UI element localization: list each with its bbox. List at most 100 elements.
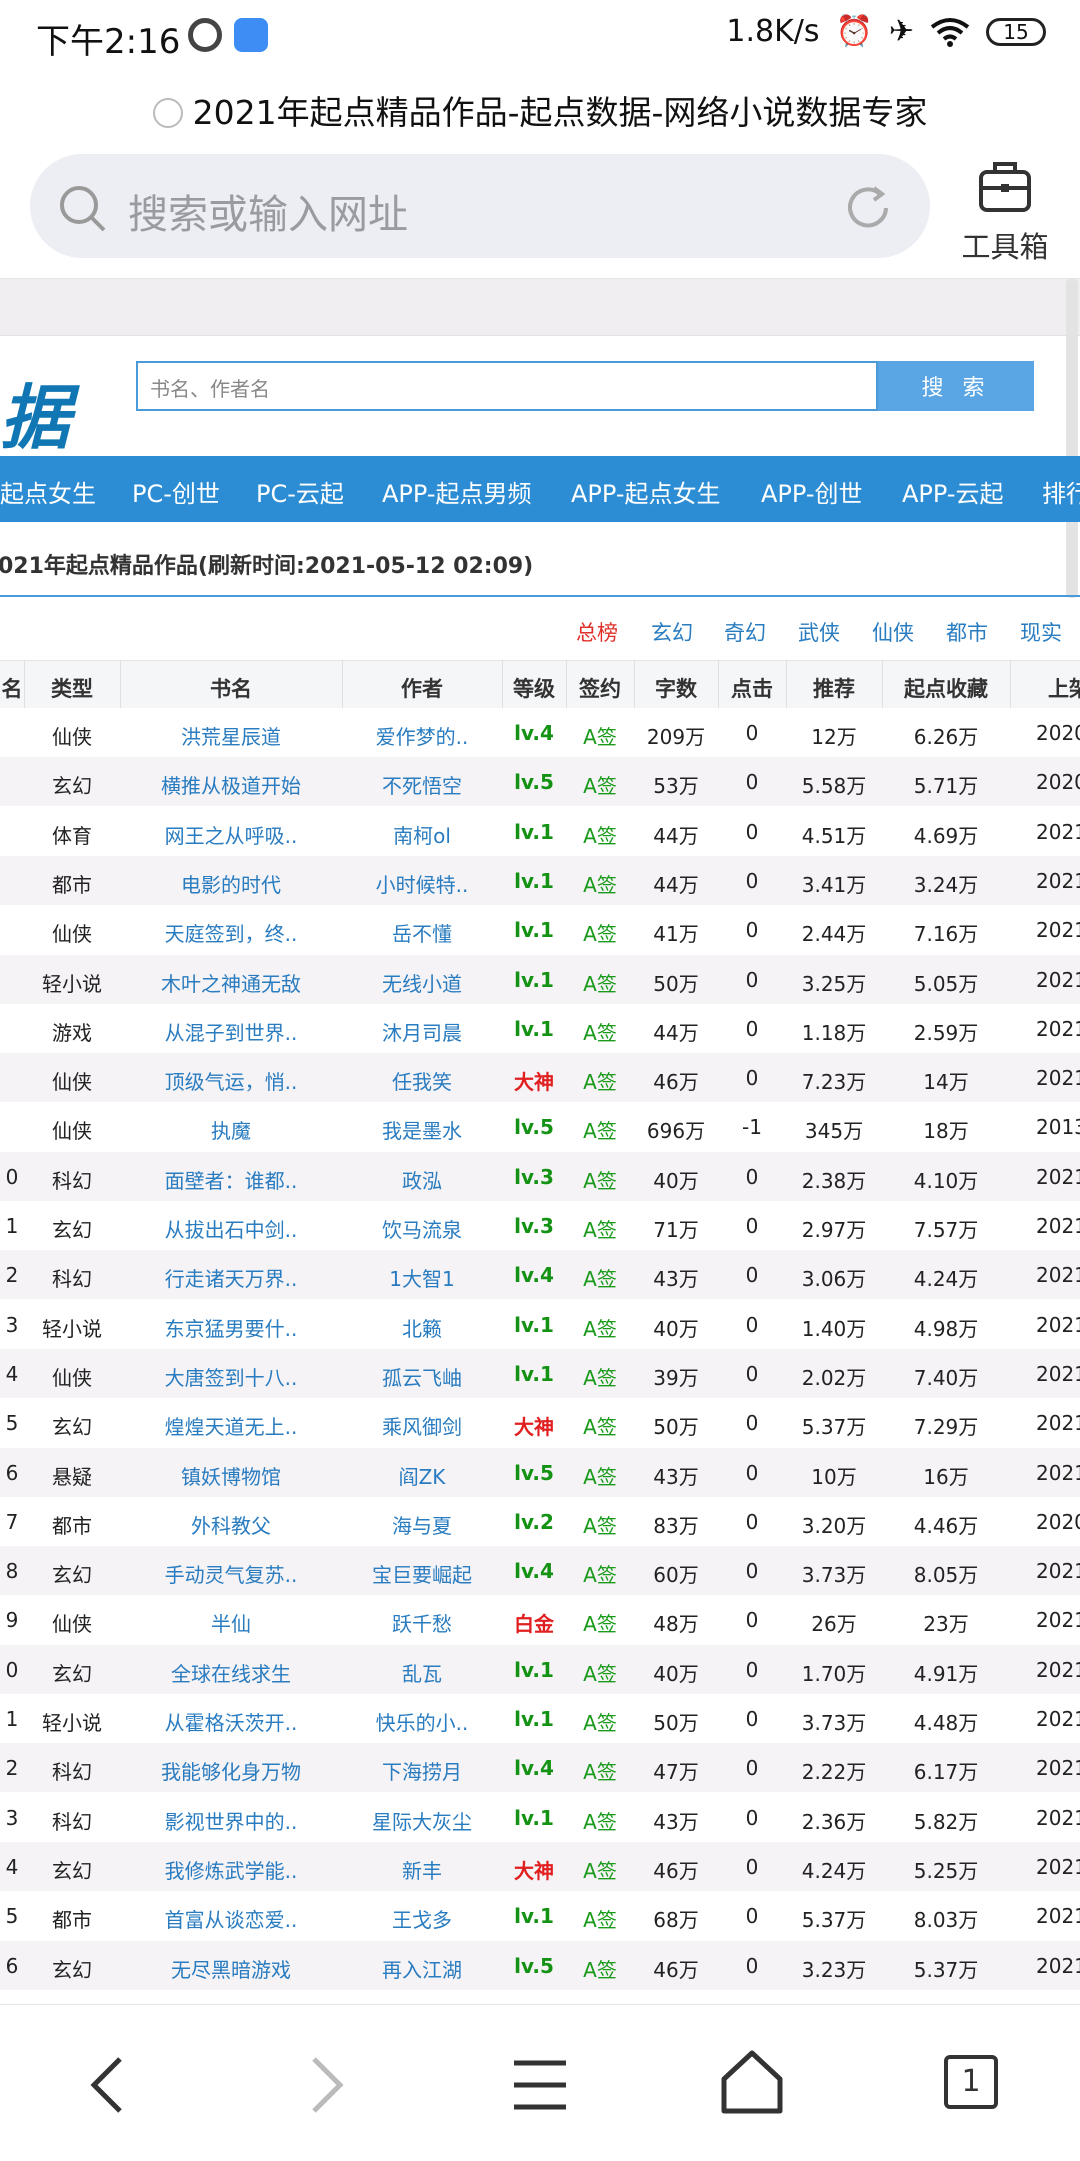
- cell-rec: 2.97万: [801, 1218, 867, 1242]
- cell-author[interactable]: 不死悟空: [342, 770, 502, 799]
- section-divider: [0, 595, 1080, 597]
- nav-item-app-chuangshi[interactable]: APP-创世: [761, 474, 863, 509]
- tabs-button[interactable]: 1: [944, 2055, 998, 2109]
- cell-author[interactable]: 下海捞月: [342, 1756, 502, 1785]
- nav-item-app-qidian-female[interactable]: APP-起点女生: [571, 474, 721, 509]
- home-icon[interactable]: [720, 2049, 784, 2115]
- col-divider: [1010, 660, 1011, 708]
- cell-book[interactable]: 顶级气运，悄..: [120, 1066, 342, 1095]
- tab-xianxia[interactable]: 仙侠: [872, 617, 914, 647]
- cell-book[interactable]: 首富从谈恋爱..: [120, 1904, 342, 1933]
- cell-book[interactable]: 东京猛男要什..: [120, 1313, 342, 1342]
- toolbox-button[interactable]: 工具箱: [950, 152, 1060, 264]
- tab-all[interactable]: 总榜: [576, 617, 618, 647]
- tab-dushi[interactable]: 都市: [946, 617, 988, 647]
- cell-author[interactable]: 跃千愁: [342, 1608, 502, 1637]
- cell-book[interactable]: 从霍格沃茨开..: [120, 1707, 342, 1736]
- toolbox-icon: [979, 162, 1031, 212]
- cell-rank: 0: [5, 1164, 19, 1189]
- cell-book[interactable]: 面壁者：谁都..: [120, 1165, 342, 1194]
- tab-xianshi[interactable]: 现实: [1020, 617, 1062, 647]
- cell-author[interactable]: 无线小道: [342, 968, 502, 997]
- cell-book[interactable]: 从拔出石中剑..: [120, 1214, 342, 1243]
- cell-author[interactable]: 南柯ol: [342, 820, 502, 849]
- cell-book[interactable]: 我能够化身万物: [120, 1756, 342, 1785]
- nav-item-pc-chuangshi[interactable]: PC-创世: [132, 474, 220, 509]
- cell-book[interactable]: 天庭签到，终..: [120, 918, 342, 947]
- cell-author[interactable]: 小时候特..: [342, 869, 502, 898]
- cell-book[interactable]: 我修炼武学能..: [120, 1855, 342, 1884]
- cell-author[interactable]: 我是墨水: [342, 1115, 502, 1144]
- cell-book[interactable]: 手动灵气复苏..: [120, 1559, 342, 1588]
- cell-author[interactable]: 孤云飞岫: [342, 1362, 502, 1391]
- tab-xuanhuan[interactable]: 玄幻: [651, 617, 693, 647]
- cell-book[interactable]: 洪荒星辰道: [120, 721, 342, 750]
- cell-author[interactable]: 海与夏: [342, 1510, 502, 1539]
- page-scrollbar[interactable]: [1066, 278, 1078, 598]
- site-logo[interactable]: 据: [0, 362, 70, 463]
- cell-book[interactable]: 镇妖博物馆: [120, 1461, 342, 1490]
- cell-book[interactable]: 从混子到世界..: [120, 1017, 342, 1046]
- table-header: 名 类型 书名 作者 等级 签约 字数 点击 推荐 起点收藏 上架: [0, 660, 1080, 710]
- cell-level: lv.1: [514, 1312, 554, 1337]
- cell-author[interactable]: 再入江湖: [342, 1954, 502, 1983]
- cell-author[interactable]: 爱作梦的..: [342, 721, 502, 750]
- cell-clicks: 0: [745, 1460, 759, 1485]
- cell-book[interactable]: 影视世界中的..: [120, 1806, 342, 1835]
- cell-book[interactable]: 半仙: [120, 1608, 342, 1637]
- cell-rank: 5: [5, 1904, 19, 1929]
- cell-author[interactable]: 政泓: [342, 1165, 502, 1194]
- cell-book[interactable]: 外科教父: [120, 1510, 342, 1539]
- cell-clicks: 0: [745, 1756, 759, 1781]
- cell-author[interactable]: 饮马流泉: [342, 1214, 502, 1243]
- cell-book[interactable]: 横推从极道开始: [120, 770, 342, 799]
- back-icon[interactable]: [86, 2055, 130, 2115]
- cell-date: 2021: [1036, 1312, 1080, 1337]
- nav-item-app-qidian-male[interactable]: APP-起点男频: [382, 474, 532, 509]
- cell-type: 科幻: [52, 1760, 92, 1785]
- cell-book[interactable]: 全球在线求生: [120, 1658, 342, 1687]
- menu-icon[interactable]: [512, 2059, 568, 2111]
- cell-author[interactable]: 宝巨要崛起: [342, 1559, 502, 1588]
- cell-book[interactable]: 电影的时代: [120, 869, 342, 898]
- cell-clicks: 0: [745, 1657, 759, 1682]
- cell-author[interactable]: 1大智1: [342, 1263, 502, 1292]
- nav-item-rank[interactable]: 排行: [1042, 474, 1080, 509]
- site-search-button[interactable]: 搜 索: [878, 361, 1034, 411]
- cell-book[interactable]: 行走诸天万界..: [120, 1263, 342, 1292]
- cell-author[interactable]: 阎ZK: [342, 1461, 502, 1490]
- cell-author[interactable]: 王戈多: [342, 1904, 502, 1933]
- forward-icon[interactable]: [304, 2055, 348, 2115]
- table-row: 5 玄幻 煌煌天道无上..乘风御剑大神 A签 50万 0 5.37万 7.29万 2021: [0, 1398, 1080, 1448]
- cell-book[interactable]: 无尽黑暗游戏: [120, 1954, 342, 1983]
- cell-author[interactable]: 沐月司晨: [342, 1017, 502, 1046]
- cell-book[interactable]: 大唐签到十八..: [120, 1362, 342, 1391]
- nav-item-pc-yunqi[interactable]: PC-云起: [256, 474, 344, 509]
- table-row: 4 仙侠 大唐签到十八..孤云飞岫 lv.1 A签 39万 0 2.02万 7.40万 2021: [0, 1348, 1080, 1398]
- cell-words: 44万: [653, 823, 699, 848]
- cell-rec: 4.51万: [801, 823, 867, 848]
- cell-book[interactable]: 网王之从呼吸..: [120, 820, 342, 849]
- tab-qihuan[interactable]: 奇幻: [724, 617, 766, 647]
- col-divider: [718, 660, 719, 708]
- refresh-icon[interactable]: [842, 182, 894, 234]
- cell-book[interactable]: 执魔: [120, 1115, 342, 1144]
- cell-author[interactable]: 任我笑: [342, 1066, 502, 1095]
- cell-author[interactable]: 岳不懂: [342, 918, 502, 947]
- cell-author[interactable]: 乘风御剑: [342, 1411, 502, 1440]
- tab-wuxia[interactable]: 武侠: [798, 617, 840, 647]
- cell-rank: 1: [5, 1707, 19, 1731]
- site-search-input[interactable]: 书名、作者名: [136, 361, 878, 411]
- cell-date: 2020: [1036, 770, 1080, 795]
- url-bar[interactable]: 搜索或输入网址: [30, 154, 930, 258]
- cell-author[interactable]: 乱瓦: [342, 1658, 502, 1687]
- cell-rec: 2.02万: [801, 1365, 867, 1390]
- nav-item-qidian-female[interactable]: 起点女生: [0, 474, 96, 509]
- cell-author[interactable]: 新丰: [342, 1855, 502, 1884]
- nav-item-app-yunqi[interactable]: APP-云起: [902, 474, 1004, 509]
- cell-book[interactable]: 煌煌天道无上..: [120, 1411, 342, 1440]
- cell-author[interactable]: 快乐的小..: [342, 1707, 502, 1736]
- cell-book[interactable]: 木叶之神通无敌: [120, 968, 342, 997]
- cell-author[interactable]: 北籁: [342, 1313, 502, 1342]
- cell-author[interactable]: 星际大灰尘: [342, 1806, 502, 1835]
